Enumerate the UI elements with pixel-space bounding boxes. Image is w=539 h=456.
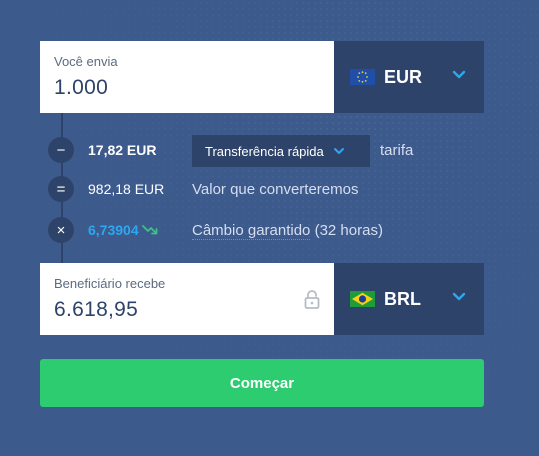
send-currency-code: EUR bbox=[384, 66, 423, 87]
trend-down-icon bbox=[141, 225, 158, 235]
start-button[interactable]: Começar bbox=[40, 359, 484, 407]
converted-description: Valor que converteremos bbox=[192, 180, 359, 198]
guaranteed-rate-link[interactable]: Câmbio garantido bbox=[192, 221, 311, 240]
transfer-speed-label: Transferência rápida bbox=[205, 143, 324, 159]
fee-row: − 17,82 EUR Transferência rápida tarifa bbox=[48, 135, 413, 167]
transfer-speed-dropdown[interactable]: Transferência rápida bbox=[192, 135, 370, 167]
guaranteed-rate-suffix: (32 horas) bbox=[310, 221, 383, 239]
exchange-rate-value: 6,73904 bbox=[88, 222, 139, 238]
converted-amount: 982,18 EUR bbox=[88, 181, 165, 197]
receive-panel: Beneficiário recebe 6.618,95 BRL bbox=[40, 263, 484, 335]
eu-flag-icon bbox=[350, 69, 375, 85]
receive-amount-label: Beneficiário recebe bbox=[54, 276, 166, 291]
converted-row: = 982,18 EUR Valor que converteremos bbox=[48, 176, 358, 202]
minus-icon: − bbox=[48, 137, 74, 163]
send-amount-value[interactable]: 1.000 bbox=[54, 76, 320, 100]
send-currency-select[interactable]: EUR bbox=[334, 41, 484, 113]
send-amount-label: Você envia bbox=[54, 54, 118, 69]
chevron-down-icon bbox=[452, 292, 466, 301]
receive-currency-select[interactable]: BRL bbox=[334, 263, 484, 335]
equals-icon: = bbox=[48, 176, 74, 202]
send-panel: Você envia 1.000 EUR bbox=[40, 41, 484, 113]
chevron-down-icon bbox=[452, 70, 466, 79]
rate-row: × 6,73904 Câmbio garantido (32 horas) bbox=[48, 217, 383, 243]
br-flag-icon bbox=[350, 291, 375, 307]
guaranteed-rate-text: Câmbio garantido (32 horas) bbox=[192, 221, 383, 240]
receive-currency-code: BRL bbox=[384, 288, 421, 309]
lock-icon[interactable] bbox=[304, 289, 320, 309]
receive-amount-field[interactable]: Beneficiário recebe 6.618,95 bbox=[40, 263, 334, 335]
fee-suffix: tarifa bbox=[380, 141, 414, 159]
chevron-down-icon bbox=[333, 148, 344, 154]
multiply-icon: × bbox=[48, 217, 74, 243]
send-amount-field[interactable]: Você envia 1.000 bbox=[40, 41, 334, 113]
receive-amount-value[interactable]: 6.618,95 bbox=[54, 298, 320, 322]
fee-amount: 17,82 EUR bbox=[88, 142, 157, 158]
